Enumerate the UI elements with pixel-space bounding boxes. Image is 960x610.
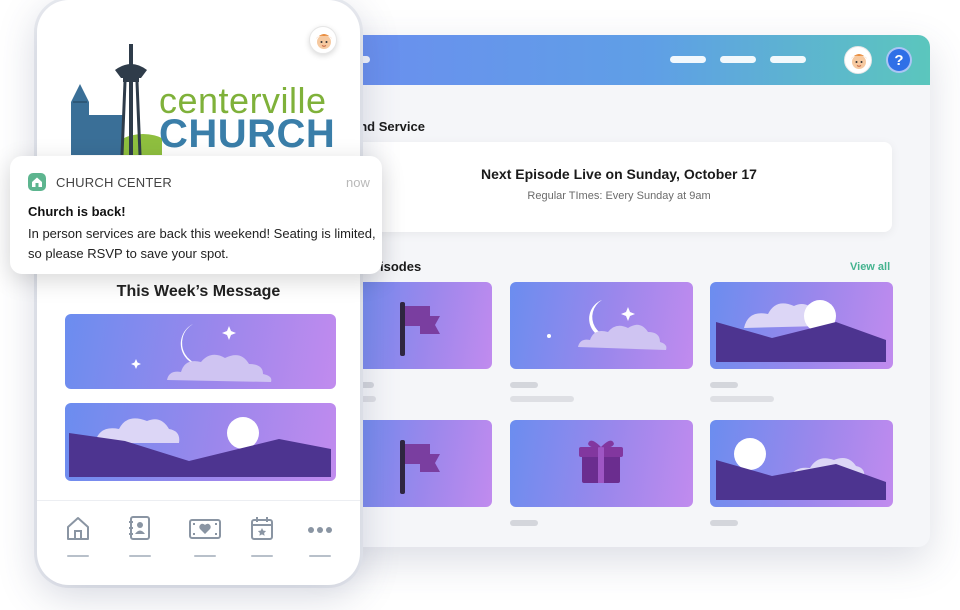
mountains-sun-icon	[716, 300, 886, 362]
live-episode-title: Next Episode Live on Sunday, October 17	[481, 166, 757, 182]
church-center-app-icon	[28, 173, 46, 191]
giving-icon	[189, 519, 221, 539]
message-thumbnail[interactable]	[65, 314, 336, 389]
phone-frame: centerville CHURCH This Week’s Message	[37, 0, 360, 585]
thumbnail-meta-placeholder	[710, 396, 774, 402]
episodes-section-title: isodes	[380, 259, 422, 274]
moon-clouds-icon	[547, 300, 667, 350]
notification-time: now	[346, 175, 370, 190]
home-icon	[67, 517, 89, 540]
live-episode-card[interactable]: Next Episode Live on Sunday, October 17 …	[346, 142, 892, 232]
nav-directory[interactable]	[126, 514, 154, 557]
episode-thumbnail[interactable]	[344, 282, 492, 369]
moon-clouds-icon	[131, 324, 272, 382]
flag-icon	[400, 302, 440, 356]
episode-thumbnail[interactable]	[510, 282, 693, 369]
church-logo-icon	[71, 44, 162, 155]
episode-thumbnail[interactable]	[710, 420, 893, 507]
nav-home[interactable]	[64, 514, 92, 557]
mountains-sun-icon	[69, 417, 331, 477]
directory-icon	[129, 516, 150, 540]
bottom-nav-divider	[37, 500, 360, 501]
thumbnail-title-placeholder	[710, 520, 738, 526]
phone-avatar-icon[interactable]	[309, 26, 337, 54]
mountains-sun-icon	[716, 438, 886, 500]
desktop-header: ?	[312, 35, 930, 85]
desktop-window: ? end Service Next Episode Live on Sunda…	[312, 35, 930, 547]
episode-thumbnail[interactable]	[344, 420, 492, 507]
service-section-title: end Service	[352, 119, 425, 134]
header-nav-pill[interactable]	[770, 56, 806, 63]
thumbnail-title-placeholder	[510, 382, 538, 388]
push-notification[interactable]: CHURCH CENTER now Church is back! In per…	[10, 156, 382, 274]
header-nav-pill[interactable]	[670, 56, 706, 63]
more-icon	[308, 527, 332, 533]
episode-thumbnail[interactable]	[510, 420, 693, 507]
nav-more[interactable]	[306, 514, 334, 557]
notification-app-name: CHURCH CENTER	[56, 175, 172, 190]
this-weeks-message-title: This Week’s Message	[116, 283, 281, 300]
message-thumbnail[interactable]	[65, 403, 336, 481]
thumbnail-title-placeholder	[510, 520, 538, 526]
notification-title: Church is back!	[28, 204, 126, 219]
nav-calendar[interactable]	[248, 514, 276, 557]
flag-icon	[400, 440, 440, 494]
user-avatar-icon[interactable]	[844, 46, 872, 74]
header-nav-pill[interactable]	[720, 56, 756, 63]
live-episode-subtitle: Regular TImes: Every Sunday at 9am	[527, 190, 711, 202]
view-all-link[interactable]: View all	[850, 261, 890, 273]
thumbnail-title-placeholder	[710, 382, 738, 388]
home-icon	[32, 177, 42, 187]
notification-body: In person services are back this weekend…	[28, 226, 376, 261]
help-button[interactable]: ?	[886, 47, 912, 73]
gift-icon	[579, 440, 623, 483]
nav-giving[interactable]	[187, 514, 223, 557]
church-logo-word-church: CHURCH	[159, 112, 336, 156]
thumbnail-meta-placeholder	[510, 396, 574, 402]
episode-thumbnail[interactable]	[710, 282, 893, 369]
calendar-icon	[251, 517, 273, 540]
